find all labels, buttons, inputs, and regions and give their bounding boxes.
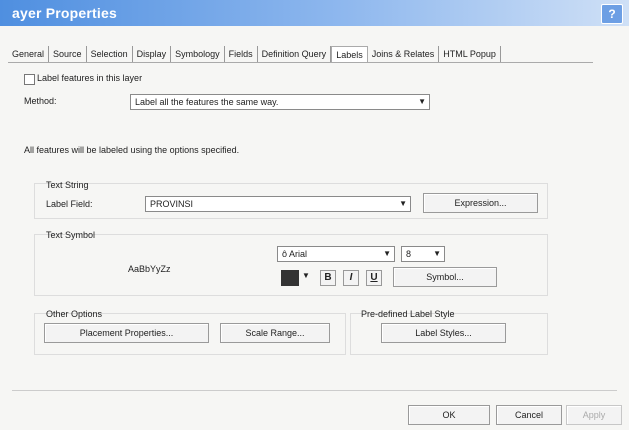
tab-html-popup[interactable]: HTML Popup xyxy=(439,46,501,62)
text-string-heading: Text String xyxy=(46,180,89,190)
label-field-label: Label Field: xyxy=(46,199,93,209)
bold-button[interactable]: B xyxy=(320,270,336,286)
tab-display[interactable]: Display xyxy=(133,46,172,62)
color-swatch[interactable] xyxy=(281,270,299,286)
color-dropdown-icon[interactable]: ▼ xyxy=(302,271,310,280)
expression-button[interactable]: Expression... xyxy=(423,193,538,213)
predefined-style-heading: Pre-defined Label Style xyxy=(361,309,455,319)
chevron-down-icon: ▼ xyxy=(399,199,407,208)
tab-divider xyxy=(8,62,593,63)
text-symbol-preview: AaBbYyZz xyxy=(128,264,171,274)
window-title: ayer Properties xyxy=(12,5,117,21)
ok-button[interactable]: OK xyxy=(408,405,490,425)
tab-source[interactable]: Source xyxy=(49,46,87,62)
tab-definition-query[interactable]: Definition Query xyxy=(258,46,332,62)
font-name: Arial xyxy=(289,249,308,259)
tab-symbology[interactable]: Symbology xyxy=(171,46,225,62)
tab-fields[interactable]: Fields xyxy=(225,46,258,62)
label-field-dropdown[interactable]: PROVINSI ▼ xyxy=(145,196,411,212)
tab-joins-relates[interactable]: Joins & Relates xyxy=(368,46,440,62)
scale-range-button[interactable]: Scale Range... xyxy=(220,323,330,343)
text-symbol-heading: Text Symbol xyxy=(46,230,96,240)
other-options-heading: Other Options xyxy=(46,309,103,319)
label-features-checkbox[interactable] xyxy=(24,74,35,85)
cancel-button[interactable]: Cancel xyxy=(496,405,562,425)
method-label: Method: xyxy=(24,96,57,106)
label-field-value: PROVINSI xyxy=(150,199,194,209)
tab-selection[interactable]: Selection xyxy=(87,46,133,62)
footer-separator xyxy=(12,390,617,391)
method-value: Label all the features the same way. xyxy=(135,97,279,107)
apply-button[interactable]: Apply xyxy=(566,405,622,425)
font-size-dropdown[interactable]: 8 ▼ xyxy=(401,246,445,262)
method-dropdown[interactable]: Label all the features the same way. ▼ xyxy=(130,94,430,110)
tab-labels[interactable]: Labels xyxy=(331,46,368,62)
title-bar: ayer Properties ? xyxy=(0,0,629,26)
font-size-value: 8 xyxy=(406,249,412,259)
underline-button[interactable]: U xyxy=(366,270,382,286)
symbol-button[interactable]: Symbol... xyxy=(393,267,497,287)
font-dropdown[interactable]: ô Arial ▼ xyxy=(277,246,395,262)
tab-general[interactable]: General xyxy=(8,46,50,62)
label-features-label: Label features in this layer xyxy=(37,73,143,83)
font-value: ô Arial xyxy=(282,249,307,259)
placement-properties-button[interactable]: Placement Properties... xyxy=(44,323,209,343)
truetype-font-icon: ô xyxy=(282,249,288,259)
tab-bar: General Source Selection Display Symbology Fi… xyxy=(8,46,501,62)
chevron-down-icon: ▼ xyxy=(383,249,391,258)
label-styles-button[interactable]: Label Styles... xyxy=(381,323,506,343)
chevron-down-icon: ▼ xyxy=(418,97,426,106)
info-text: All features will be labeled using the o… xyxy=(24,145,240,155)
help-button[interactable]: ? xyxy=(601,4,623,24)
italic-button[interactable]: I xyxy=(343,270,359,286)
chevron-down-icon: ▼ xyxy=(433,249,441,258)
